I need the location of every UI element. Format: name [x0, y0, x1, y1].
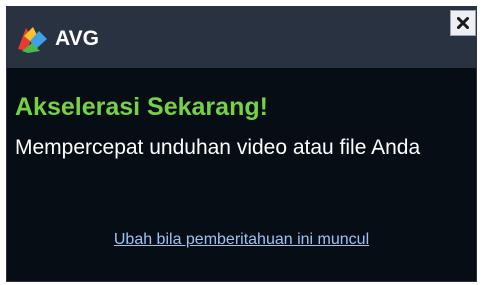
title-bar: AVG [7, 7, 476, 68]
notification-message: Mempercepat unduhan video atau file Anda [15, 136, 421, 159]
avg-logo-icon [18, 27, 47, 53]
notification-popup: AVG Akselerasi Sekarang! Mempercepat und… [6, 6, 477, 282]
close-button[interactable] [450, 10, 476, 36]
brand-name: AVG [55, 27, 99, 50]
close-icon [457, 17, 469, 29]
notification-settings-link[interactable]: Ubah bila pemberitahuan ini muncul [7, 231, 476, 249]
notification-headline: Akselerasi Sekarang! [15, 93, 268, 121]
brand-logo: AVG [16, 24, 99, 54]
